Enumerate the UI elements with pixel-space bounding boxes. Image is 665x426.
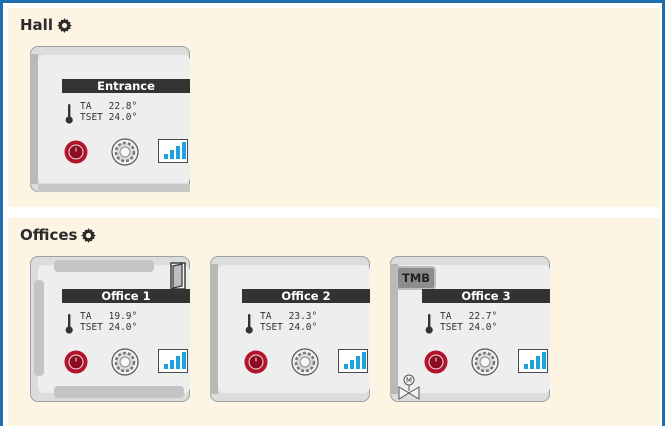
device-readout: TA 22.7° TSET 24.0° — [422, 311, 550, 335]
device-name: Office 2 — [242, 289, 370, 303]
ta-line: TA 22.8° — [80, 101, 138, 112]
section-title-label: Offices — [20, 226, 78, 244]
fan-icon[interactable] — [111, 348, 139, 376]
device-side-strip — [30, 54, 38, 184]
valve-icon: M — [398, 374, 420, 400]
gear-icon[interactable] — [81, 227, 97, 243]
fan-icon[interactable] — [291, 348, 319, 376]
thermometer-icon — [425, 314, 433, 334]
ta-line: TA 19.9° — [80, 311, 138, 322]
power-icon[interactable] — [424, 350, 448, 374]
power-icon[interactable] — [244, 350, 268, 374]
ta-line: TA 22.7° — [440, 311, 498, 322]
section-offices: Offices Office 1 TA 19.9° TSET 24.0° Off… — [8, 218, 660, 426]
device-readout: TA 23.3° TSET 24.0° — [242, 311, 370, 335]
signal-bars-icon[interactable] — [158, 349, 188, 373]
device-name: Office 1 — [62, 289, 190, 303]
svg-text:M: M — [406, 377, 412, 385]
thermometer-icon — [65, 314, 73, 334]
power-icon[interactable] — [64, 350, 88, 374]
device-name: Entrance — [62, 79, 190, 93]
signal-bars-icon[interactable] — [338, 349, 368, 373]
device-office-3[interactable]: TMB Office 3 TA 22.7° TSET 24.0° M — [390, 256, 550, 402]
tset-line: TSET 24.0° — [260, 322, 318, 333]
tmb-badge: TMB — [396, 266, 436, 290]
device-side-strip — [210, 264, 218, 394]
signal-bars-icon[interactable] — [518, 349, 548, 373]
fan-icon[interactable] — [111, 138, 139, 166]
thermometer-icon — [65, 104, 73, 124]
tset-line: TSET 24.0° — [440, 322, 498, 333]
device-office-2[interactable]: Office 2 TA 23.3° TSET 24.0° — [210, 256, 370, 402]
window-open-icon[interactable] — [170, 262, 186, 290]
section-title: Offices — [20, 226, 97, 244]
section-title: Hall — [20, 16, 72, 34]
gear-icon[interactable] — [56, 17, 72, 33]
device-office-1[interactable]: Office 1 TA 19.9° TSET 24.0° — [30, 256, 190, 402]
left-tab — [34, 280, 44, 376]
section-title-label: Hall — [20, 16, 53, 34]
bottom-tab — [54, 386, 184, 398]
signal-bars-icon[interactable] — [158, 139, 188, 163]
top-tab — [54, 260, 154, 272]
device-bottom-bar — [38, 184, 190, 192]
device-readout: TA 22.8° TSET 24.0° — [62, 101, 190, 125]
device-entrance[interactable]: Entrance TA 22.8° TSET 24.0° — [30, 46, 190, 192]
tset-line: TSET 24.0° — [80, 112, 138, 123]
section-hall: Hall Entrance TA 22.8° TSET 24.0° — [8, 8, 660, 207]
ta-line: TA 23.3° — [260, 311, 318, 322]
fan-icon[interactable] — [471, 348, 499, 376]
thermometer-icon — [245, 314, 253, 334]
device-readout: TA 19.9° TSET 24.0° — [62, 311, 190, 335]
device-name: Office 3 — [422, 289, 550, 303]
power-icon[interactable] — [64, 140, 88, 164]
tset-line: TSET 24.0° — [80, 322, 138, 333]
